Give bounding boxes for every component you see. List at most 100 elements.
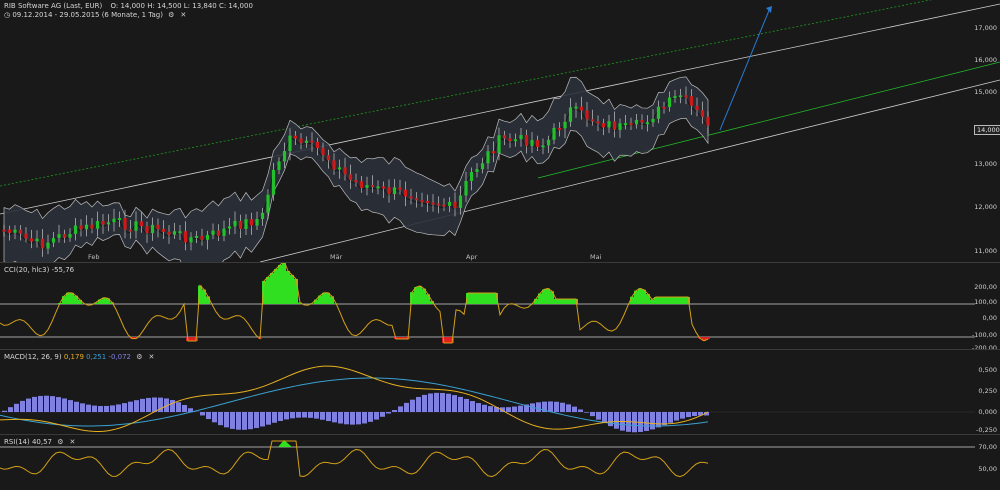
candle-body <box>282 151 287 162</box>
macd-pane[interactable]: 0,500 0,250 0,000 -0,250 MACD(12, 26, 9) 0,… <box>0 350 1000 434</box>
cci-oversold-fill <box>446 337 450 343</box>
candle-body <box>260 212 265 220</box>
macd-histogram-bar <box>212 412 217 423</box>
candle-body <box>552 127 556 140</box>
candle-body <box>601 123 606 128</box>
cci-pane[interactable]: 200,00 100,00 0,00 -100,00 -200,00 CCI(20, h… <box>0 263 1000 349</box>
close-icon[interactable]: ✕ <box>69 439 76 446</box>
macd-histogram-bar <box>692 412 697 417</box>
macd-histogram-bar <box>548 401 553 412</box>
candle-body <box>420 200 424 203</box>
macd-histogram-bar <box>446 393 451 412</box>
candle-body <box>458 195 463 208</box>
cci-overbought-fill <box>270 273 274 304</box>
candle-body <box>634 119 639 125</box>
settings-icon[interactable]: ⚙ <box>168 12 175 19</box>
cci-oversold-fill <box>190 337 194 341</box>
rsi-chart[interactable]: 70,00 50,00 <box>0 435 1000 490</box>
settings-icon[interactable]: ⚙ <box>57 439 64 446</box>
macd-histogram-bar <box>674 412 679 421</box>
macd-histogram-bar <box>290 412 295 419</box>
candle-body <box>288 135 292 152</box>
macd-histogram-bar <box>302 412 307 418</box>
macd-histogram-bar <box>380 412 385 417</box>
macd-histogram-bar <box>458 396 463 412</box>
macd-histogram-bar <box>170 399 175 412</box>
macd-histogram-bar <box>374 412 379 420</box>
macd-chart[interactable]: 0,500 0,250 0,000 -0,250 <box>0 350 1000 434</box>
cci-tick-label: 0,00 <box>983 314 997 322</box>
candle-body <box>112 218 116 223</box>
candle-body <box>645 122 650 125</box>
cci-overbought-fill <box>558 299 562 304</box>
instrument-title: RIB Software AG (Last, EUR) <box>4 2 103 10</box>
candle-body <box>365 185 369 188</box>
cci-overbought-fill <box>418 285 422 304</box>
candle-body <box>95 221 100 229</box>
candle-body <box>689 96 694 106</box>
cci-tick-label: 200,00 <box>974 283 997 291</box>
candle-body <box>436 203 441 206</box>
quote-values: O: 14,000 H: 14,500 L: 13,840 C: 14,000 <box>110 2 253 10</box>
close-icon[interactable]: ✕ <box>148 354 155 361</box>
candle-body <box>684 95 688 98</box>
candle-body <box>62 234 67 238</box>
macd-histogram-bar <box>488 406 493 412</box>
price-pane[interactable]: 17,000 16,000 15,000 14,000 13,000 12,000 11,0… <box>0 0 1000 262</box>
macd-tick-label: 0,000 <box>978 408 997 416</box>
price-chart[interactable]: 17,000 16,000 15,000 14,000 13,000 12,000 11,0… <box>0 0 1000 262</box>
candle-body <box>480 163 485 170</box>
candle-body <box>101 221 105 225</box>
candle-body <box>623 123 628 126</box>
macd-histogram-bar <box>242 412 247 430</box>
projection-arrow <box>719 7 771 131</box>
candle-body <box>24 233 28 239</box>
candle-body <box>700 110 705 117</box>
macd-histogram-bar <box>14 403 19 412</box>
macd-histogram-bar <box>662 412 667 426</box>
macd-histogram-bar <box>560 402 565 412</box>
signal-value: 0,251 <box>86 353 107 361</box>
macd-histogram-bar <box>656 412 661 428</box>
candle-body <box>233 220 237 227</box>
candle-body <box>546 139 551 146</box>
macd-histogram-bar <box>344 412 349 425</box>
cci-overbought-fill <box>650 299 654 304</box>
candle-body <box>337 167 342 170</box>
candle-body <box>348 174 353 181</box>
macd-histogram-bar <box>464 398 469 412</box>
close-icon[interactable]: ✕ <box>180 12 187 19</box>
macd-histogram-bar <box>644 412 649 431</box>
candle-body <box>277 161 281 170</box>
candle-body <box>35 238 39 242</box>
month-label: Mär <box>330 253 343 261</box>
macd-histogram-bar <box>428 393 433 412</box>
candle-body <box>29 238 34 242</box>
candle-body <box>607 121 611 128</box>
candle-body <box>150 224 155 234</box>
candle-body <box>381 186 386 189</box>
macd-histogram-bar <box>236 412 241 430</box>
rsi-pane[interactable]: 70,00 50,00 RSI(14) 40,57 ⚙ ✕ <box>0 435 1000 490</box>
price-tick-label: 12,000 <box>974 203 997 211</box>
settings-icon[interactable]: ⚙ <box>136 354 143 361</box>
macd-histogram-bar <box>554 401 559 412</box>
macd-histogram-bar <box>440 392 445 412</box>
month-label: Apr <box>466 253 478 261</box>
clock-icon: ◷ <box>4 11 11 19</box>
candle-body <box>57 234 61 239</box>
candle-body <box>651 118 655 123</box>
cci-header: CCI(20, hlc3) -55,76 <box>4 266 74 275</box>
candle-body <box>392 187 397 195</box>
cci-chart[interactable]: 200,00100,000,00-100,00-200,00 <box>0 263 1000 349</box>
candle-body <box>299 138 303 144</box>
candle-body <box>2 229 6 232</box>
macd-histogram-bar <box>272 412 277 423</box>
candle-body <box>326 155 331 161</box>
price-tick-label: 11,000 <box>974 247 997 255</box>
cci-oversold-fill <box>706 337 710 340</box>
macd-histogram-bar <box>416 396 421 412</box>
macd-histogram-bar <box>32 396 37 412</box>
cci-overbought-fill <box>662 297 666 304</box>
cci-overbought-fill <box>286 271 290 304</box>
